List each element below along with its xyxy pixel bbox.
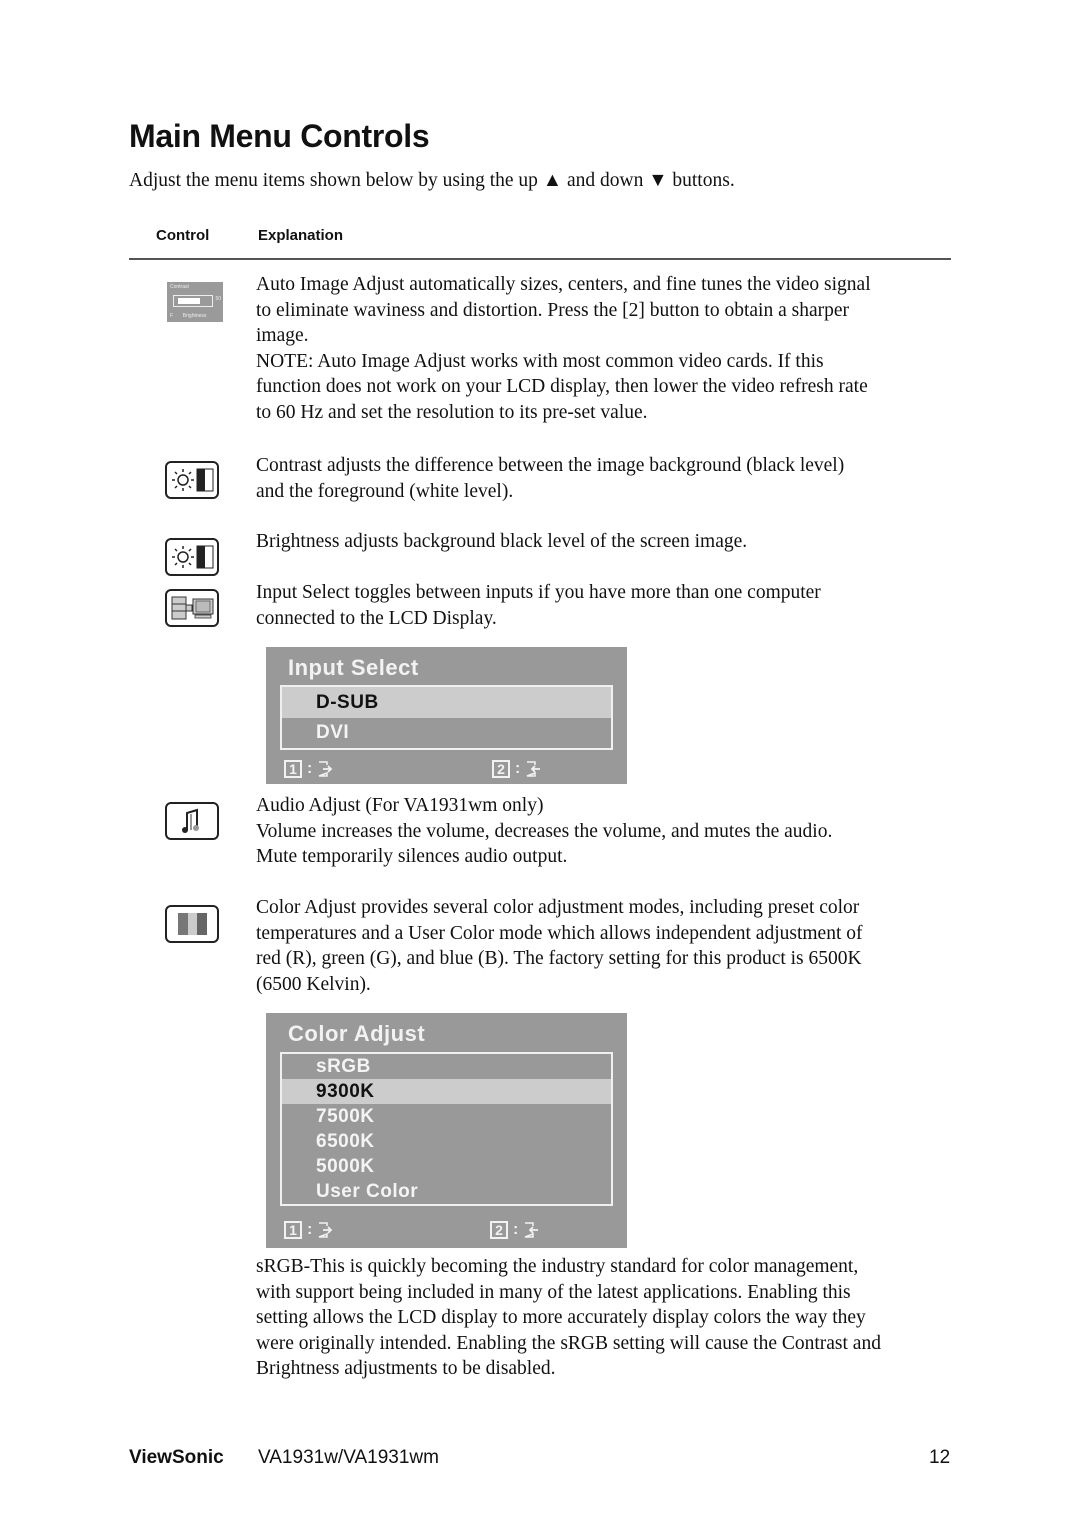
text-line: connected to the LCD Display. bbox=[256, 607, 497, 629]
footer-model: VA1931w/VA1931wm bbox=[258, 1447, 439, 1468]
exit-arrow-icon bbox=[319, 1222, 333, 1238]
column-header-control: Control bbox=[156, 227, 210, 244]
page-title: Main Menu Controls bbox=[129, 118, 430, 154]
brightness-icon bbox=[165, 538, 219, 576]
thumb-title: Contrast bbox=[170, 284, 189, 290]
text-line: Color Adjust provides several color adju… bbox=[256, 897, 860, 918]
text-line: Volume increases the volume, decreases t… bbox=[256, 820, 833, 842]
osd-key-2[interactable]: 2 : bbox=[490, 1219, 541, 1241]
enter-arrow-icon bbox=[525, 1222, 539, 1238]
osd-option-dsub[interactable]: D-SUB bbox=[282, 687, 611, 718]
osd-option-list: D-SUB DVI bbox=[280, 685, 613, 750]
key-2-box: 2 bbox=[490, 1221, 508, 1239]
column-header-explanation: Explanation bbox=[258, 227, 344, 244]
osd-option-user-color[interactable]: User Color bbox=[282, 1179, 611, 1204]
osd-option-7500k[interactable]: 7500K bbox=[282, 1104, 611, 1129]
auto-image-adjust-description: Auto Image Adjust automatically sizes, c… bbox=[256, 272, 956, 425]
text-line: image. bbox=[256, 325, 309, 346]
text-line: with support being included in many of t… bbox=[256, 1281, 851, 1303]
text-line: (6500 Kelvin). bbox=[256, 973, 371, 995]
osd-key-2[interactable]: 2 : bbox=[492, 758, 543, 780]
osd-key-1[interactable]: 1 : bbox=[284, 1219, 335, 1241]
text-line: setting allows the LCD display to more a… bbox=[256, 1307, 866, 1328]
text-line: Input Select toggles between inputs if y… bbox=[256, 582, 821, 603]
key-1-box: 1 bbox=[284, 1221, 302, 1239]
text-line: Contrast adjusts the difference between … bbox=[256, 455, 845, 476]
text-line: sRGB-This is quickly becoming the indust… bbox=[256, 1256, 859, 1277]
osd-title: Color Adjust bbox=[288, 1021, 426, 1046]
exit-arrow-icon bbox=[319, 761, 333, 777]
intro-text: Adjust the menu items shown below by usi… bbox=[129, 170, 735, 191]
text-line: Mute temporarily silences audio output. bbox=[256, 846, 568, 867]
contrast-description: Contrast adjusts the difference between … bbox=[256, 453, 956, 504]
brightness-description: Brightness adjusts background black leve… bbox=[256, 529, 956, 555]
text-line: temperatures and a User Color mode which… bbox=[256, 922, 863, 944]
text-line: and the foreground (white level). bbox=[256, 480, 514, 502]
text-line: to eliminate waviness and distortion. Pr… bbox=[256, 299, 850, 321]
header-divider bbox=[129, 258, 951, 260]
osd-option-5000k[interactable]: 5000K bbox=[282, 1154, 611, 1179]
osd-key-1[interactable]: 1 : bbox=[284, 758, 335, 780]
input-select-description: Input Select toggles between inputs if y… bbox=[256, 580, 956, 631]
page-number: 12 bbox=[929, 1447, 951, 1468]
color-adjust-icon bbox=[165, 905, 219, 943]
osd-option-9300k[interactable]: 9300K bbox=[282, 1079, 611, 1104]
text-line: Audio Adjust (For VA1931wm only) bbox=[256, 795, 544, 816]
text-line: to 60 Hz and set the resolution to its p… bbox=[256, 401, 648, 423]
contrast-icon bbox=[165, 461, 219, 499]
text-line: were originally intended. Enabling the s… bbox=[256, 1332, 881, 1354]
osd-option-dvi[interactable]: DVI bbox=[282, 718, 611, 748]
color-adjust-description: Color Adjust provides several color adju… bbox=[256, 895, 956, 997]
text-line: red (R), green (G), and blue (B). The fa… bbox=[256, 948, 862, 969]
audio-adjust-icon bbox=[165, 802, 219, 840]
key-1-box: 1 bbox=[284, 760, 302, 778]
text-line: Auto Image Adjust automatically sizes, c… bbox=[256, 274, 871, 295]
input-select-icon bbox=[165, 589, 219, 627]
osd-option-6500k[interactable]: 6500K bbox=[282, 1129, 611, 1154]
thumb-value: 50 bbox=[215, 296, 221, 302]
enter-arrow-icon bbox=[527, 761, 541, 777]
footer-brand: ViewSonic bbox=[129, 1447, 224, 1468]
thumb-footer: F Brightness bbox=[170, 313, 207, 319]
osd-input-select: Input Select D-SUB DVI 1 : 2 : bbox=[266, 647, 627, 784]
key-2-box: 2 bbox=[492, 760, 510, 778]
text-line: Brightness adjustments to be disabled. bbox=[256, 1358, 556, 1379]
thumb-slider bbox=[173, 295, 213, 307]
auto-image-adjust-icon: Contrast 50 F Brightness bbox=[167, 282, 223, 322]
osd-option-list: sRGB 9300K 7500K 6500K 5000K User Color bbox=[280, 1052, 613, 1206]
text-line: Brightness adjusts background black leve… bbox=[256, 531, 748, 552]
osd-title: Input Select bbox=[288, 655, 419, 680]
osd-color-adjust: Color Adjust sRGB 9300K 7500K 6500K 5000… bbox=[266, 1013, 627, 1248]
audio-adjust-description: Audio Adjust (For VA1931wm only) Volume … bbox=[256, 793, 956, 870]
osd-option-srgb[interactable]: sRGB bbox=[282, 1054, 611, 1079]
text-line: NOTE: Auto Image Adjust works with most … bbox=[256, 350, 824, 372]
srgb-description: sRGB-This is quickly becoming the indust… bbox=[256, 1254, 956, 1382]
text-line: function does not work on your LCD displ… bbox=[256, 376, 868, 397]
